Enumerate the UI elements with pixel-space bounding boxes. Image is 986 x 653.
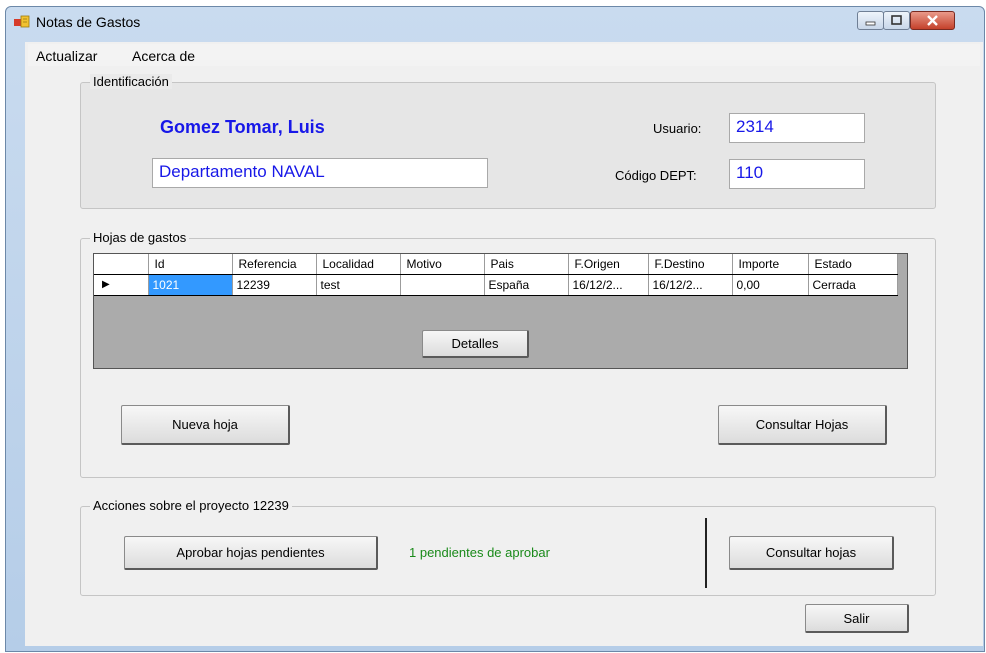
minimize-button[interactable]	[857, 11, 884, 30]
table-cell[interactable]: 16/12/2...	[648, 274, 733, 296]
table-row[interactable]: ▶ 1021 12239 test España 16/12/2... 16/1…	[94, 274, 898, 296]
maximize-icon	[891, 15, 902, 25]
table-header-row: Id Referencia Localidad Motivo Pais F.Or…	[94, 254, 898, 275]
maximize-button[interactable]	[883, 11, 910, 30]
table-cell[interactable]: 1021	[148, 274, 233, 296]
pending-count-label: 1 pendientes de aprobar	[409, 545, 550, 560]
row-header-corner	[94, 254, 149, 275]
table-cell[interactable]: 12239	[232, 274, 317, 296]
title-bar[interactable]: Notas de Gastos	[6, 7, 984, 37]
identificacion-group: Identificación	[80, 74, 936, 209]
table-cell[interactable]	[400, 274, 485, 296]
column-header[interactable]: Importe	[732, 254, 809, 275]
column-header[interactable]: Estado	[808, 254, 898, 275]
codigo-dept-field[interactable]: 110	[729, 159, 865, 189]
nueva-hoja-button[interactable]: Nueva hoja	[121, 405, 290, 445]
consultar-hojas-button[interactable]: Consultar Hojas	[718, 405, 887, 445]
row-indicator-icon: ▶	[94, 274, 149, 296]
consultar-hojas-proyecto-button[interactable]: Consultar hojas	[729, 536, 894, 570]
column-header[interactable]: F.Destino	[648, 254, 733, 275]
identificacion-legend: Identificación	[90, 74, 172, 89]
app-icon	[14, 15, 30, 28]
close-button[interactable]	[910, 11, 955, 30]
table-cell[interactable]: test	[316, 274, 401, 296]
usuario-label: Usuario:	[653, 121, 702, 136]
close-icon	[927, 15, 938, 26]
acciones-legend: Acciones sobre el proyecto 12239	[90, 498, 292, 513]
menu-bar: Actualizar Acerca de	[28, 44, 980, 66]
minimize-icon	[865, 21, 876, 26]
column-header[interactable]: Referencia	[232, 254, 317, 275]
aprobar-hojas-button[interactable]: Aprobar hojas pendientes	[124, 536, 378, 570]
menu-actualizar[interactable]: Actualizar	[36, 48, 97, 64]
column-header[interactable]: Localidad	[316, 254, 401, 275]
table-cell[interactable]: 0,00	[732, 274, 809, 296]
window-title: Notas de Gastos	[36, 14, 141, 30]
column-header[interactable]: Pais	[484, 254, 569, 275]
user-name: Gomez Tomar, Luis	[160, 117, 325, 137]
detalles-button[interactable]: Detalles	[422, 330, 529, 358]
vertical-separator	[705, 518, 707, 588]
column-header[interactable]: Id	[148, 254, 233, 275]
table-cell[interactable]: Cerrada	[808, 274, 898, 296]
column-header[interactable]: Motivo	[400, 254, 485, 275]
codigo-dept-label: Código DEPT:	[615, 168, 697, 183]
hojas-legend: Hojas de gastos	[90, 230, 190, 245]
hojas-table: Id Referencia Localidad Motivo Pais F.Or…	[94, 254, 898, 296]
usuario-field[interactable]: 2314	[729, 113, 865, 143]
department-field[interactable]: Departamento NAVAL	[152, 158, 488, 188]
table-cell[interactable]: 16/12/2...	[568, 274, 649, 296]
salir-button[interactable]: Salir	[805, 604, 909, 633]
column-header[interactable]: F.Origen	[568, 254, 649, 275]
table-cell[interactable]: España	[484, 274, 569, 296]
menu-acerca-de[interactable]: Acerca de	[132, 48, 195, 64]
